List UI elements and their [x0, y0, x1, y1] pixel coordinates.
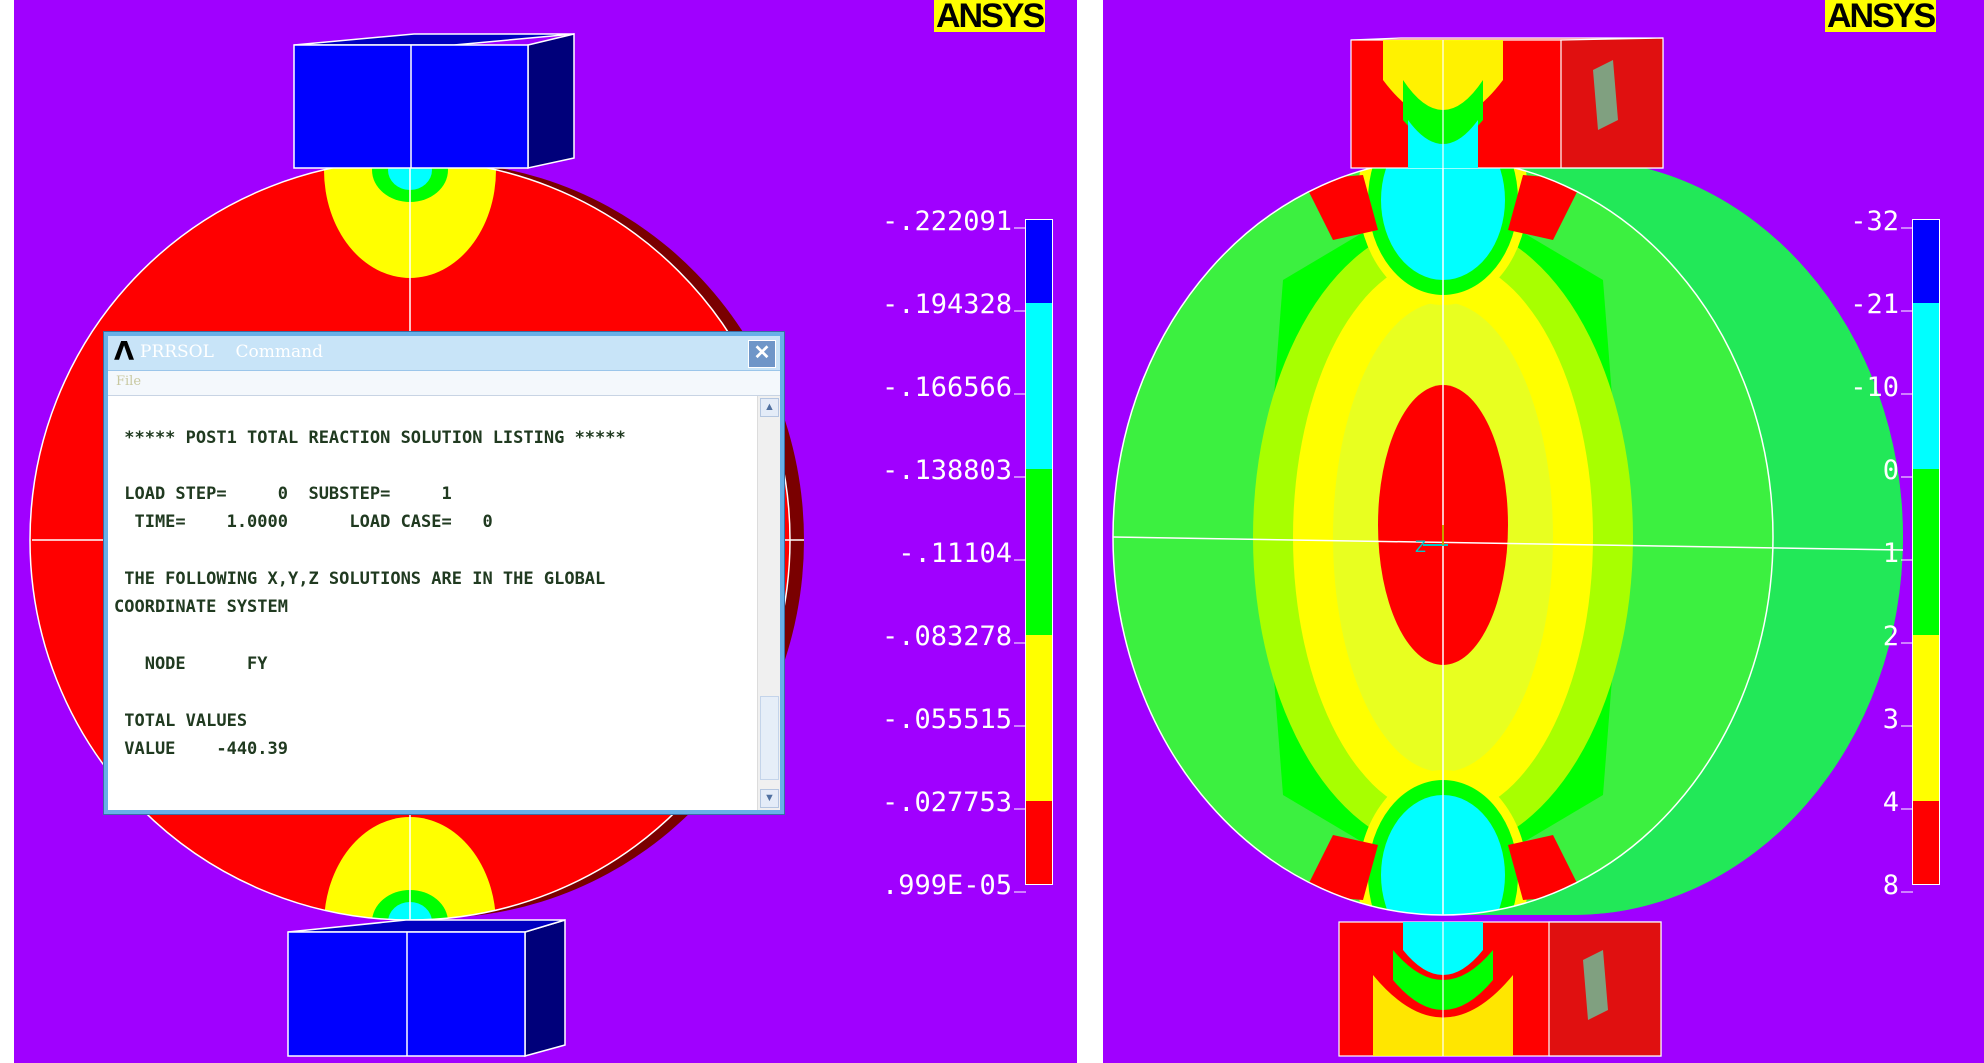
- right-viewport[interactable]: Z ANSYS -32 -21 -10 0 1 2 3 4 8: [1103, 0, 1984, 1063]
- ansys-logo-icon: Λ: [114, 337, 135, 367]
- scroll-thumb[interactable]: [760, 696, 779, 780]
- listing-coordinate-line2: COORDINATE SYSTEM: [114, 597, 288, 617]
- legend-color-band: [1026, 718, 1052, 801]
- top-block-side: [527, 33, 575, 169]
- legend-color-band: [1026, 552, 1052, 635]
- dialog-title: PRRSOL Command: [140, 342, 323, 362]
- legend-color-band: [1913, 220, 1939, 303]
- legend-tick-label: -.083278: [882, 621, 1012, 652]
- scroll-up-button[interactable]: ▲: [760, 398, 779, 417]
- legend-color-band: [1026, 635, 1052, 718]
- legend-tick-label: -.027753: [882, 787, 1012, 818]
- legend-color-band: [1026, 220, 1052, 303]
- legend-tick-label: -.055515: [882, 704, 1012, 735]
- legend-tick-label: -21: [1850, 289, 1899, 320]
- ansys-logo-left: ANSYS: [934, 0, 1045, 35]
- close-button[interactable]: ✕: [748, 340, 776, 368]
- legend-tick-label: -.11104: [898, 538, 1012, 569]
- legend-tick-label: -.138803: [882, 455, 1012, 486]
- ansys-logo-right: ANSYS: [1825, 0, 1936, 35]
- legend-tick-label: 3: [1883, 704, 1899, 735]
- listing-time: TIME= 1.0000 LOAD CASE= 0: [114, 512, 493, 532]
- legend-tick-label: 0: [1883, 455, 1899, 486]
- triad-label: Z: [1415, 537, 1426, 556]
- listing-total-values: TOTAL VALUES: [114, 711, 248, 731]
- legend-tick-label: -.166566: [882, 372, 1012, 403]
- legend-color-band: [1026, 801, 1052, 884]
- legend-color-band: [1913, 635, 1939, 718]
- legend-color-band: [1913, 718, 1939, 801]
- legend-tick-label: -.194328: [882, 289, 1012, 320]
- legend-color-band: [1026, 303, 1052, 386]
- legend-tick-label: -32: [1850, 206, 1899, 237]
- listing-column-headers: NODE FY: [114, 654, 268, 674]
- legend-tick-label: 2: [1883, 621, 1899, 652]
- scroll-down-button[interactable]: ▼: [760, 789, 779, 808]
- dialog-listing: ***** POST1 TOTAL REACTION SOLUTION LIST…: [108, 396, 758, 810]
- listing-coordinate-line1: THE FOLLOWING X,Y,Z SOLUTIONS ARE IN THE…: [114, 569, 606, 589]
- dialog-titlebar[interactable]: Λ PRRSOL Command ✕: [108, 336, 780, 371]
- listing-load-step: LOAD STEP= 0 SUBSTEP= 1: [114, 484, 452, 504]
- legend-color-band: [1913, 552, 1939, 635]
- legend-color-band: [1026, 386, 1052, 469]
- right-contour-legend: -32 -21 -10 0 1 2 3 4 8: [1850, 206, 1940, 895]
- listing-header: ***** POST1 TOTAL REACTION SOLUTION LIST…: [114, 428, 626, 448]
- legend-tick-label: 1: [1883, 538, 1899, 569]
- legend-color-band: [1913, 386, 1939, 469]
- bottom-block-side: [524, 918, 566, 1057]
- legend-tick-label: -10: [1850, 372, 1899, 403]
- menu-file[interactable]: File: [116, 374, 141, 389]
- legend-color-band: [1913, 469, 1939, 552]
- left-contour-legend: -.222091 -.194328 -.166566 -.138803 -.11104 -…: [882, 206, 1053, 895]
- dialog-menubar: File: [108, 371, 780, 396]
- legend-tick-label: -.222091: [882, 206, 1012, 237]
- legend-color-band: [1913, 303, 1939, 386]
- legend-color-band: [1913, 801, 1939, 884]
- legend-tick-label: 8: [1883, 870, 1899, 895]
- legend-tick-label: .999E-05: [882, 870, 1012, 895]
- bottom-block-top: [287, 919, 566, 933]
- prrsol-command-dialog[interactable]: Λ PRRSOL Command ✕ File ***** POST1 TOTA…: [104, 332, 784, 814]
- legend-color-band: [1026, 469, 1052, 552]
- dialog-scrollbar[interactable]: ▲ ▼: [757, 396, 780, 810]
- listing-value: VALUE -440.39: [114, 739, 288, 759]
- left-viewport[interactable]: ANSYS -.222091 -.194328 -.166566 -.138803 -.…: [14, 0, 1077, 1063]
- legend-tick-label: 4: [1883, 787, 1899, 818]
